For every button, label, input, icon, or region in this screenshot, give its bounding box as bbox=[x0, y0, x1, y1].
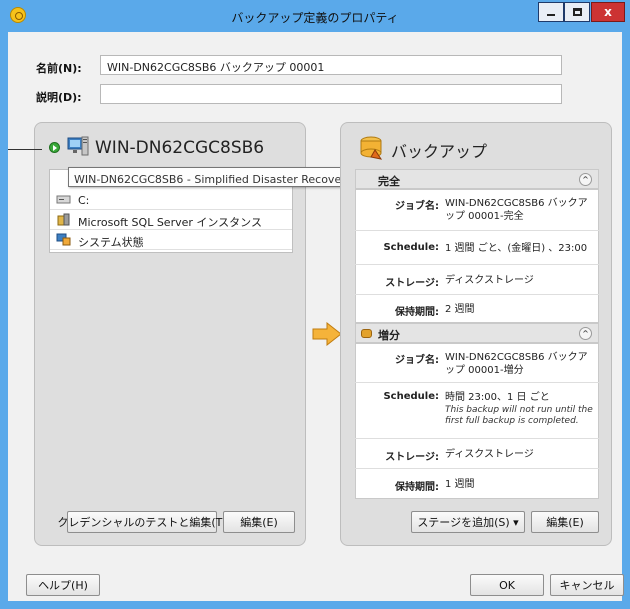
stage-header-incremental[interactable]: 増分 ^ bbox=[355, 323, 599, 343]
stage-property-row: 保持期間: 2 週間 bbox=[355, 295, 599, 323]
schedule-value: 時間 23:00、1 日 ごと bbox=[445, 392, 550, 403]
property-key: 保持期間: bbox=[395, 482, 439, 493]
property-key: 保持期間: bbox=[395, 307, 439, 318]
stage-property-row: Schedule: 時間 23:00、1 日 ごと This backup wi… bbox=[355, 383, 599, 439]
property-value: WIN-DN62CGC8SB6 バックアップ 00001-完全 bbox=[445, 198, 588, 222]
help-button[interactable]: ヘルプ(H) bbox=[26, 574, 100, 596]
name-label: 名前(N): bbox=[36, 62, 82, 75]
backup-icon bbox=[360, 136, 383, 160]
stage-property-row: Schedule: 1 週間 ごと、(金曜日) 、23:00 bbox=[355, 231, 599, 265]
stage-property-row: ジョブ名: WIN-DN62CGC8SB6 バックアップ 00001-完全 bbox=[355, 189, 599, 231]
window-title: バックアップ定義のプロパティ bbox=[231, 11, 399, 25]
close-button[interactable]: x bbox=[591, 2, 625, 22]
stage-name: 増分 bbox=[378, 329, 400, 342]
ok-button[interactable]: OK bbox=[470, 574, 544, 596]
property-value: WIN-DN62CGC8SB6 バックアップ 00001-増分 bbox=[445, 352, 588, 376]
property-value: 2 週間 bbox=[445, 304, 475, 315]
list-item-label: システム状態 bbox=[78, 236, 144, 249]
incremental-stage-icon bbox=[361, 329, 372, 338]
stage-property-row: ストレージ: ディスクストレージ bbox=[355, 439, 599, 469]
property-value: 1 週間 ごと、(金曜日) 、23:00 bbox=[445, 243, 588, 254]
backup-edit-button[interactable]: 編集(E) bbox=[531, 511, 599, 533]
property-key: Schedule: bbox=[383, 391, 439, 402]
property-value: 時間 23:00、1 日 ごと This backup will not run… bbox=[445, 391, 595, 427]
source-edit-button[interactable]: 編集(E) bbox=[223, 511, 295, 533]
source-computer-name: WIN-DN62CGC8SB6 bbox=[95, 138, 265, 158]
arrow-right-icon bbox=[312, 322, 342, 346]
status-ok-icon bbox=[49, 142, 60, 153]
name-input[interactable]: WIN-DN62CGC8SB6 バックアップ 00001 bbox=[100, 55, 562, 75]
list-item-label: Microsoft SQL Server インスタンス bbox=[78, 216, 262, 229]
stage-property-row: ジョブ名: WIN-DN62CGC8SB6 バックアップ 00001-増分 bbox=[355, 343, 599, 383]
properties-dialog: バックアップ定義のプロパティ x 名前(N): WIN-DN62CGC8SB6 … bbox=[0, 0, 630, 609]
property-key: ストレージ: bbox=[385, 278, 439, 289]
collapse-icon[interactable]: ^ bbox=[579, 327, 592, 340]
property-key: Schedule: bbox=[383, 242, 439, 253]
stage-name: 完全 bbox=[378, 175, 400, 188]
test-credentials-button[interactable]: クレデンシャルのテストと編集(T) bbox=[57, 511, 227, 533]
property-value: 1 週間 bbox=[445, 479, 475, 490]
tooltip: WIN-DN62CGC8SB6 - Simplified Disaster Re… bbox=[68, 167, 389, 187]
drive-icon bbox=[56, 195, 71, 204]
cancel-button[interactable]: キャンセル bbox=[550, 574, 624, 596]
computer-icon bbox=[67, 136, 89, 156]
system-state-icon bbox=[56, 233, 71, 246]
add-stage-button[interactable]: ステージを追加(S) ▾ bbox=[411, 511, 525, 533]
property-key: ストレージ: bbox=[385, 452, 439, 463]
schedule-note: This backup will not run until the first… bbox=[445, 405, 593, 426]
list-item-label: C: bbox=[78, 194, 90, 207]
description-input[interactable] bbox=[100, 84, 562, 104]
minimize-button[interactable] bbox=[538, 2, 564, 22]
property-value: ディスクストレージ bbox=[445, 275, 534, 286]
list-item-sql-server[interactable]: Microsoft SQL Server インスタンス bbox=[50, 210, 292, 230]
property-value: ディスクストレージ bbox=[445, 449, 534, 460]
property-key: ジョブ名: bbox=[395, 201, 439, 212]
property-key: ジョブ名: bbox=[395, 355, 439, 366]
title-bar: バックアップ定義のプロパティ x bbox=[0, 0, 630, 32]
minimize-icon bbox=[547, 14, 555, 16]
maximize-icon bbox=[572, 8, 582, 16]
callout-line bbox=[8, 149, 42, 150]
list-item-system-state[interactable]: システム状態 bbox=[50, 230, 292, 250]
stage-property-row: 保持期間: 1 週間 bbox=[355, 469, 599, 499]
backup-panel-title: バックアップ bbox=[391, 142, 488, 161]
stage-header-full[interactable]: 完全 ^ bbox=[355, 169, 599, 189]
list-item-drive[interactable]: C: bbox=[50, 190, 292, 210]
description-label: 説明(D): bbox=[36, 91, 82, 104]
backup-panel: バックアップ 完全 ^ ジョブ名: WIN-DN62CGC8SB6 バックアップ… bbox=[340, 122, 612, 546]
collapse-icon[interactable]: ^ bbox=[579, 173, 592, 186]
stage-property-row: ストレージ: ディスクストレージ bbox=[355, 265, 599, 295]
maximize-button[interactable] bbox=[564, 2, 590, 22]
sql-server-icon bbox=[57, 213, 70, 226]
